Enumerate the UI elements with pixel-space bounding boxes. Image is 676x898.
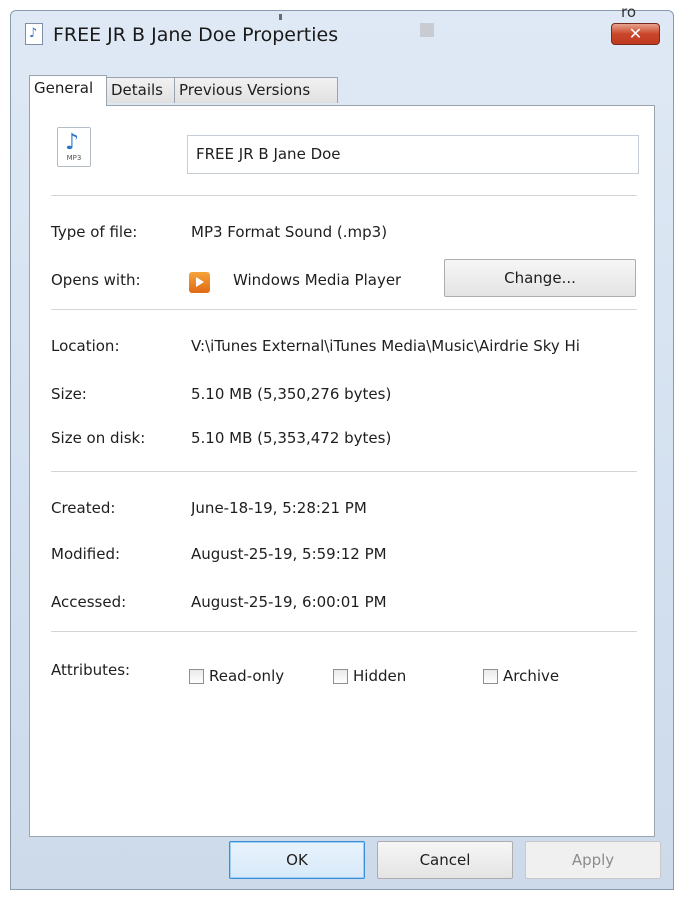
- size-on-disk-label: Size on disk:: [51, 429, 146, 447]
- tab-details[interactable]: Details: [106, 77, 175, 103]
- created-value: June-18-19, 5:28:21 PM: [191, 499, 367, 517]
- opens-with-label: Opens with:: [51, 271, 141, 289]
- read-only-checkbox[interactable]: [189, 669, 204, 684]
- close-icon: ✕: [628, 24, 643, 43]
- file-name-field[interactable]: FREE JR B Jane Doe: [187, 135, 639, 174]
- media-player-icon: [189, 272, 210, 293]
- type-of-file-label: Type of file:: [51, 223, 138, 241]
- type-of-file-value: MP3 Format Sound (.mp3): [191, 223, 388, 241]
- window-title: FREE JR B Jane Doe Properties: [53, 24, 339, 46]
- separator: [51, 309, 637, 310]
- size-value: 5.10 MB (5,350,276 bytes): [191, 385, 392, 403]
- tab-previous-versions[interactable]: Previous Versions: [174, 77, 338, 103]
- location-label: Location:: [51, 337, 120, 355]
- accessed-label: Accessed:: [51, 593, 127, 611]
- size-on-disk-value: 5.10 MB (5,353,472 bytes): [191, 429, 392, 447]
- title-artifact: [279, 14, 282, 20]
- audio-file-icon: ♪: [25, 23, 43, 45]
- title-bar[interactable]: ♪ FREE JR B Jane Doe Properties ro ✕: [11, 3, 673, 55]
- mp3-tag: MP3: [66, 154, 82, 162]
- title-artifact-text: ro: [621, 3, 637, 21]
- separator: [51, 471, 637, 472]
- change-button[interactable]: Change...: [444, 259, 636, 297]
- separator: [51, 195, 637, 196]
- opens-with-value: Windows Media Player: [233, 271, 402, 289]
- accessed-value: August-25-19, 6:00:01 PM: [191, 593, 387, 611]
- hidden-label[interactable]: Hidden: [353, 667, 406, 685]
- tab-general[interactable]: General: [29, 75, 107, 106]
- archive-label[interactable]: Archive: [503, 667, 559, 685]
- size-label: Size:: [51, 385, 87, 403]
- modified-value: August-25-19, 5:59:12 PM: [191, 545, 387, 563]
- title-artifact-square: [420, 23, 434, 37]
- created-label: Created:: [51, 499, 116, 517]
- ok-button[interactable]: OK: [229, 841, 365, 879]
- cancel-button[interactable]: Cancel: [377, 841, 513, 879]
- archive-checkbox[interactable]: [483, 669, 498, 684]
- apply-button[interactable]: Apply: [525, 841, 661, 879]
- separator: [51, 631, 637, 632]
- hidden-checkbox[interactable]: [333, 669, 348, 684]
- location-value[interactable]: V:\iTunes External\iTunes Media\Music\Ai…: [191, 337, 639, 355]
- modified-label: Modified:: [51, 545, 121, 563]
- read-only-label[interactable]: Read-only: [209, 667, 284, 685]
- attributes-label: Attributes:: [51, 661, 131, 679]
- mp3-file-icon: ♪ MP3: [57, 127, 91, 167]
- close-button[interactable]: ✕: [611, 23, 660, 45]
- properties-window: ♪ FREE JR B Jane Doe Properties ro ✕ Gen…: [10, 3, 674, 890]
